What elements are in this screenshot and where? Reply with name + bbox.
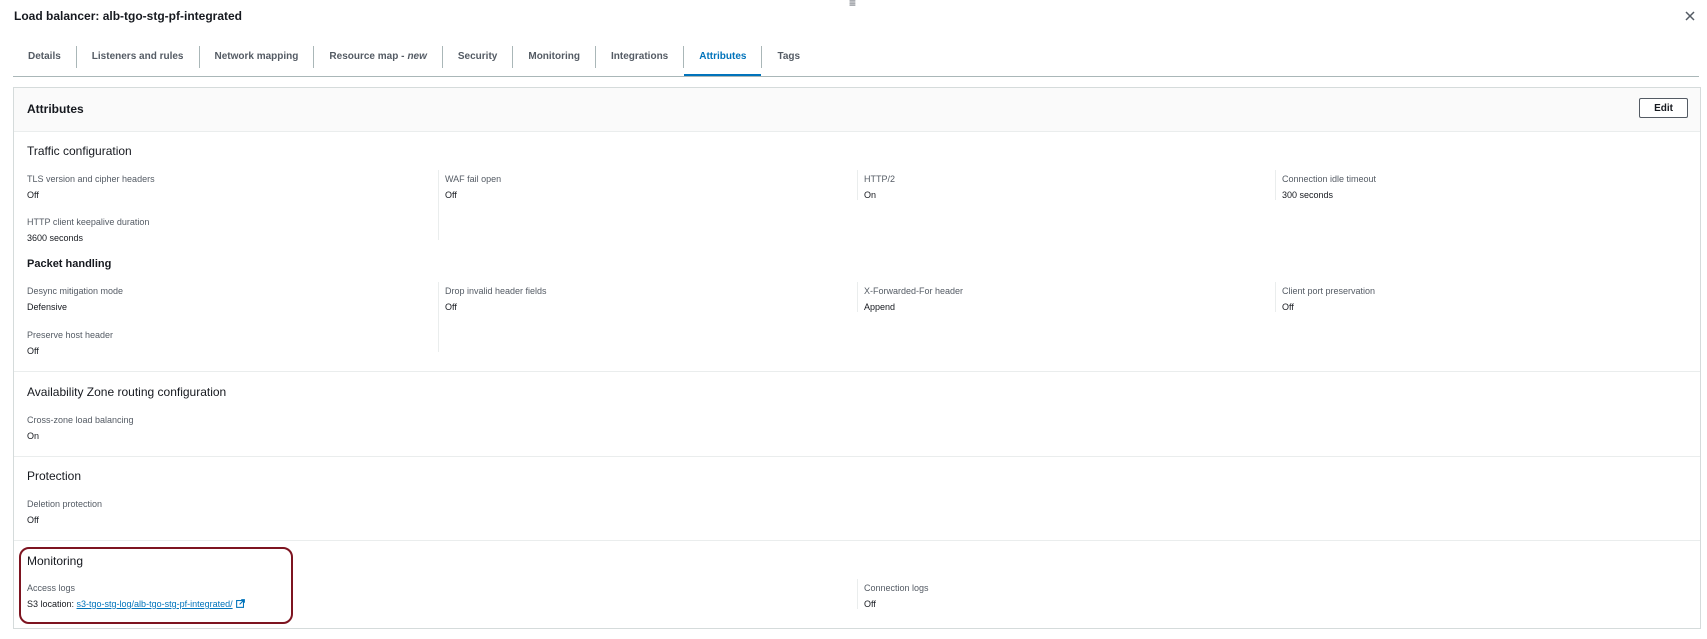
tab-label: Monitoring [528, 50, 581, 62]
connection-logs-field: Connection logs Off [864, 583, 929, 609]
tab-details[interactable]: Details [13, 42, 76, 70]
field-label: Preserve host header [27, 330, 114, 340]
field-label: X-Forwarded-For header [864, 286, 964, 296]
field-value: 300 seconds [1282, 190, 1334, 200]
az-routing-title: Availability Zone routing configuration [27, 385, 227, 399]
field-value: Defensive [27, 302, 68, 312]
tab-security[interactable]: Security [443, 42, 512, 70]
column-separator [1275, 170, 1276, 200]
field-value: 3600 seconds [27, 233, 84, 243]
packet-handling-title: Packet handling [27, 258, 112, 270]
tab-integrations[interactable]: Integrations [596, 42, 683, 70]
tab-label: Integrations [611, 50, 669, 62]
field-label: Access logs [27, 583, 76, 593]
x-forwarded-for-field: X-Forwarded-For header Append [864, 286, 963, 312]
field-value: Off [27, 190, 39, 200]
tab-resource-map[interactable]: Resource map - new [314, 42, 441, 70]
s3-location-prefix: S3 location: [27, 599, 77, 609]
close-icon[interactable] [1683, 9, 1697, 23]
panel-title: Attributes [27, 102, 84, 116]
field-label: Connection logs [864, 583, 929, 593]
tab-bar: Details Listeners and rules Network mapp… [13, 42, 1699, 77]
waf-fail-open-field: WAF fail open Off [445, 174, 501, 200]
tab-label: Tags [777, 50, 801, 62]
field-label: Deletion protection [27, 499, 103, 509]
desync-mitigation-field: Desync mitigation mode Defensive [27, 286, 123, 312]
access-logs-field: Access logs S3 location: s3-tgo-stg-log/… [27, 583, 245, 609]
drop-invalid-headers-field: Drop invalid header fields Off [445, 286, 547, 312]
column-separator [857, 282, 858, 312]
field-value: Off [1282, 302, 1294, 312]
field-value: Off [445, 190, 457, 200]
field-value: Off [864, 599, 876, 609]
field-value: Off [27, 346, 39, 356]
tab-monitoring[interactable]: Monitoring [513, 42, 595, 70]
field-label: HTTP/2 [864, 174, 896, 184]
column-separator [438, 282, 439, 352]
field-value: Append [864, 302, 896, 312]
page-title: Load balancer: alb-tgo-stg-pf-integrated [14, 9, 242, 23]
http2-field: HTTP/2 On [864, 174, 895, 200]
tab-label: Listeners and rules [91, 50, 184, 62]
field-value: S3 location: s3-tgo-stg-log/alb-tgo-stg-… [27, 599, 245, 609]
connection-idle-timeout-field: Connection idle timeout 300 seconds [1282, 174, 1376, 200]
new-badge: new [407, 50, 427, 62]
field-label: Cross-zone load balancing [27, 415, 134, 425]
attributes-panel: Attributes Edit Traffic configuration TL… [13, 87, 1701, 629]
drag-handle-icon[interactable]: ≡ [849, 0, 856, 10]
field-label: HTTP client keepalive duration [27, 217, 150, 227]
tab-label: Details [28, 50, 61, 62]
tab-network-mapping[interactable]: Network mapping [200, 42, 314, 70]
section-divider [14, 456, 1700, 457]
monitoring-title: Monitoring [27, 554, 84, 568]
field-label: TLS version and cipher headers [27, 174, 155, 184]
load-balancer-details-page: ≡ Load balancer: alb-tgo-stg-pf-integrat… [0, 0, 1707, 639]
http-keepalive-field: HTTP client keepalive duration 3600 seco… [27, 217, 149, 243]
tab-listeners-and-rules[interactable]: Listeners and rules [77, 42, 199, 70]
field-label: Client port preservation [1282, 286, 1376, 296]
field-value: On [864, 190, 877, 200]
client-port-preservation-field: Client port preservation Off [1282, 286, 1375, 312]
s3-location-link[interactable]: s3-tgo-stg-log/alb-tgo-stg-pf-integrated… [77, 599, 233, 609]
tab-label: Attributes [699, 50, 747, 62]
column-separator [438, 170, 439, 240]
field-label: Connection idle timeout [1282, 174, 1377, 184]
protection-title: Protection [27, 469, 82, 483]
column-separator [1275, 282, 1276, 312]
external-link-icon[interactable] [235, 599, 245, 608]
tls-cipher-headers-field: TLS version and cipher headers Off [27, 174, 155, 200]
tab-label: Resource map - [329, 50, 405, 62]
preserve-host-header-field: Preserve host header Off [27, 330, 113, 356]
field-value: Off [27, 515, 39, 525]
field-label: Drop invalid header fields [445, 286, 547, 296]
tab-tags[interactable]: Tags [762, 42, 815, 70]
tab-label: Network mapping [214, 50, 299, 62]
field-label: Desync mitigation mode [27, 286, 124, 296]
column-separator [857, 579, 858, 609]
tab-label: Security [457, 50, 498, 62]
deletion-protection-field: Deletion protection Off [27, 499, 102, 525]
section-divider [14, 540, 1700, 541]
field-value: Off [445, 302, 457, 312]
field-value: On [27, 431, 40, 441]
tab-attributes[interactable]: Attributes [684, 42, 762, 76]
section-divider [14, 371, 1700, 372]
panel-header: Attributes Edit [14, 88, 1700, 132]
traffic-configuration-title: Traffic configuration [27, 144, 132, 158]
field-label: WAF fail open [445, 174, 502, 184]
edit-button[interactable]: Edit [1639, 98, 1688, 118]
column-separator [857, 170, 858, 200]
cross-zone-load-balancing-field: Cross-zone load balancing On [27, 415, 134, 441]
